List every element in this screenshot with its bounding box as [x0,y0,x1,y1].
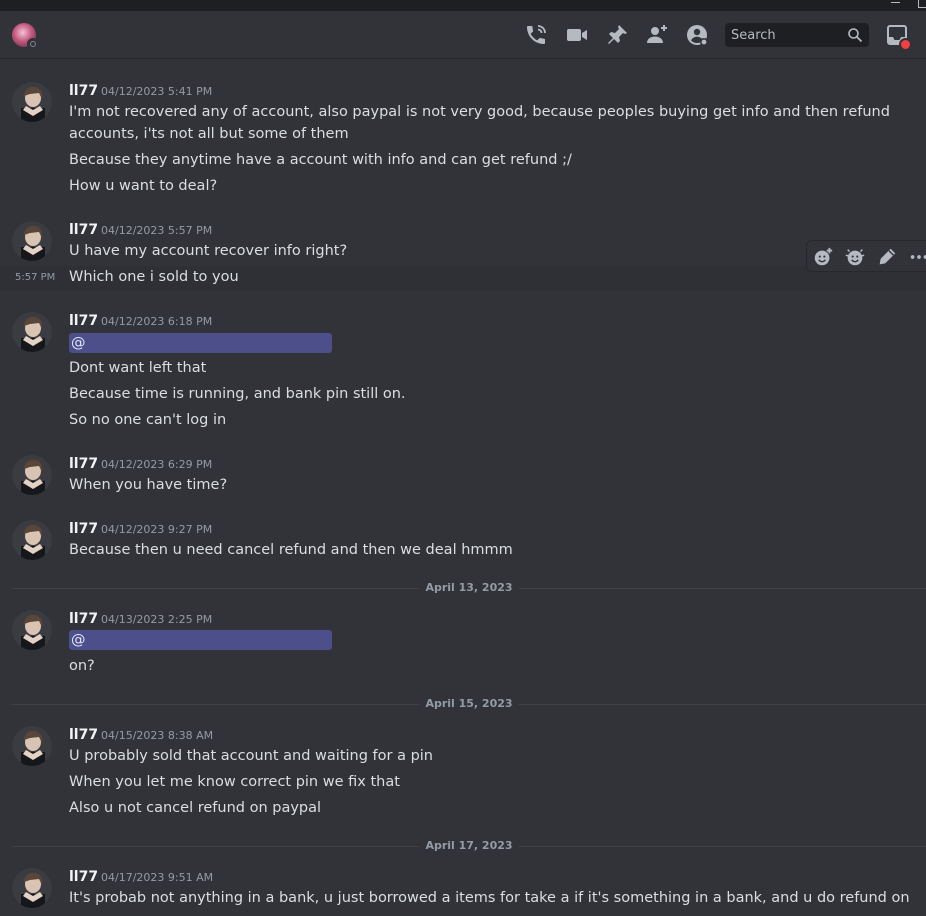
user-profile-icon[interactable] [685,23,709,47]
message-author[interactable]: ll77 [69,520,98,538]
message-text: Because then u need cancel refund and th… [69,542,513,558]
maximize-button[interactable] [918,0,926,8]
date-divider: April 15, 2023 [12,696,926,712]
avatar[interactable] [12,520,52,560]
date-divider-label: April 13, 2023 [419,580,519,596]
message-row-hovered[interactable]: 5:57 PM Which one i sold to you [0,266,926,290]
message-timestamp: 04/15/2023 8:38 AM [101,729,214,742]
message-author[interactable]: ll77 [69,312,98,330]
avatar[interactable] [12,726,52,766]
minimize-button[interactable] [891,2,900,3]
avatar[interactable] [12,868,52,908]
offline-status-icon [27,38,39,50]
date-divider-label: April 17, 2023 [419,838,519,854]
message-timestamp: 04/13/2023 2:25 PM [101,613,213,626]
message-timestamp: 04/12/2023 9:27 PM [101,523,213,536]
message-group: ll77 04/12/2023 5:41 PM I'm not recovere… [0,76,926,201]
message-text: U probably sold that account and waiting… [69,748,433,764]
search-bar[interactable] [725,23,869,47]
date-divider-label: April 15, 2023 [419,696,519,712]
message-group: ll77 04/12/2023 9:27 PM Because then u n… [0,514,926,564]
search-icon [848,28,863,43]
message-author[interactable]: ll77 [69,610,98,628]
date-divider: April 13, 2023 [12,580,926,596]
message-text: on? [69,658,95,674]
message-group: ll77 04/12/2023 6:29 PM When you have ti… [0,449,926,499]
message-author[interactable]: ll77 [69,455,98,473]
super-reaction-icon[interactable] [844,246,866,268]
avatar[interactable] [12,455,52,495]
message-timestamp: 04/12/2023 6:18 PM [101,315,213,328]
inbox-unread-badge [899,38,912,51]
message-timestamp: 04/12/2023 5:57 PM [101,224,213,237]
message-group: ll77 04/12/2023 6:18 PM @ Dont want left… [0,306,926,431]
search-input[interactable] [725,23,845,47]
message-text: I'm not recovered any of account, also p… [69,104,890,142]
message-timestamp: 04/17/2023 9:51 AM [101,871,214,884]
edit-icon[interactable] [876,246,898,268]
channel-header [0,11,926,59]
hover-timestamp: 5:57 PM [15,272,56,283]
message-text: Also u not cancel refund on paypal [69,800,322,816]
video-call-icon[interactable] [565,23,589,47]
message-group: ll77 04/17/2023 9:51 AM It's probab not … [0,862,926,916]
message-author[interactable]: ll77 [69,82,98,100]
message-text: Because they anytime have a account with… [69,152,572,168]
message-text: How u want to deal? [69,178,218,194]
message-text: When you let me know correct pin we fix … [69,774,400,790]
message-text: So no one can't log in [69,412,227,428]
message-text: U have my account recover info right? [69,243,348,259]
avatar[interactable] [12,312,52,352]
add-reaction-icon[interactable] [812,246,834,268]
pin-icon[interactable] [605,23,629,47]
message-author[interactable]: ll77 [69,221,98,239]
message-text: Because time is running, and bank pin st… [69,386,406,402]
message-author[interactable]: ll77 [69,726,98,744]
message-group: ll77 04/13/2023 2:25 PM @ on? [0,604,926,684]
message-text: Which one i sold to you [69,269,239,285]
message-group: ll77 04/15/2023 8:38 AM U probably sold … [0,720,926,830]
message-text: It's probab not anything in a bank, u ju… [69,890,909,906]
user-mention[interactable]: @ [69,630,332,650]
message-action-toolbar [806,240,926,272]
message-text: When you have time? [69,477,228,493]
message-text: Dont want left that [69,360,207,376]
message-timestamp: 04/12/2023 6:29 PM [101,458,213,471]
avatar[interactable] [12,82,52,122]
add-friend-icon[interactable] [645,23,669,47]
phone-call-icon[interactable] [524,23,548,47]
message-timestamp: 04/12/2023 5:41 PM [101,85,213,98]
window-title-bar [0,0,926,11]
message-author[interactable]: ll77 [69,868,98,886]
avatar[interactable] [12,610,52,650]
date-divider: April 17, 2023 [12,838,926,854]
avatar[interactable] [12,221,52,261]
user-mention[interactable]: @ [69,333,332,353]
more-icon[interactable] [908,246,926,268]
